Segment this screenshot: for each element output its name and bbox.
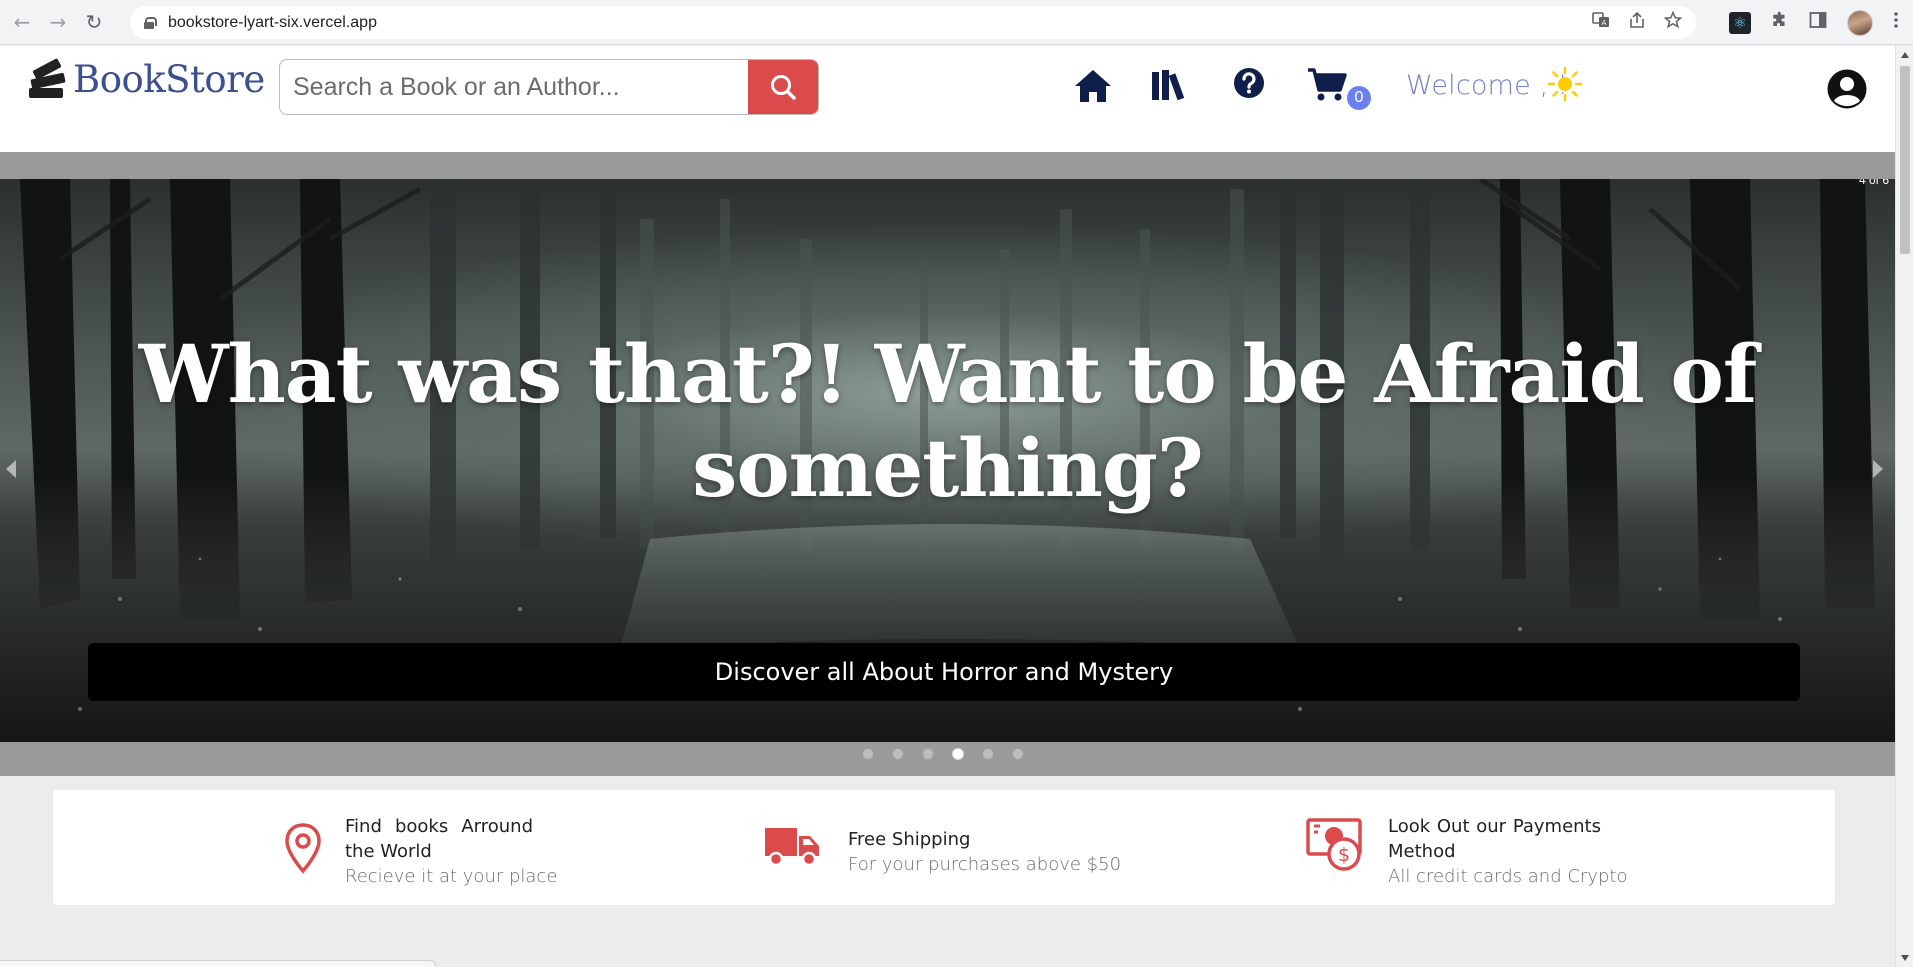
bottom-panel-edge [0, 960, 436, 967]
feature-title: Free Shipping [848, 829, 971, 850]
profile-avatar[interactable] [1847, 9, 1873, 36]
reload-button[interactable]: ↻ [80, 8, 108, 36]
page-scrollbar[interactable] [1895, 46, 1913, 967]
cart-count-badge: 0 [1347, 86, 1371, 110]
back-button[interactable]: ← [8, 8, 36, 36]
slide-title: What was that?! Want to be Afraid of som… [138, 327, 1758, 515]
feature-title: Look Out our Payments Method [1388, 816, 1601, 862]
extensions-icon[interactable] [1771, 11, 1789, 34]
menu-kebab-icon[interactable] [1893, 11, 1899, 34]
search-icon [771, 75, 796, 100]
feature-subtitle: All credit cards and Crypto [1388, 866, 1628, 887]
site-header: BookStore 0 Welcome , ! [0, 46, 1895, 152]
help-question-icon[interactable] [1232, 66, 1266, 100]
forward-button[interactable]: → [44, 8, 72, 36]
share-icon[interactable] [1628, 11, 1646, 34]
page: BookStore 0 Welcome , ! [0, 46, 1895, 967]
url-text[interactable]: bookstore-lyart-six.vercel.app [168, 14, 377, 32]
carousel-dot-6[interactable] [1011, 748, 1024, 760]
home-icon[interactable] [1073, 68, 1113, 104]
hero-carousel: 4 of 6 What was that?! Want to be Afraid… [0, 152, 1895, 776]
translate-icon[interactable]: A [1592, 11, 1610, 34]
features-bar: Find books Arround the World Recieve it … [53, 790, 1835, 905]
sun-theme-icon[interactable] [1547, 66, 1583, 102]
side-panel-icon[interactable] [1809, 11, 1827, 34]
feature-free-shipping: Free Shipping For your purchases above $… [763, 790, 1163, 905]
search-input[interactable] [280, 60, 750, 114]
scrollbar-thumb[interactable] [1900, 66, 1910, 254]
slide-caption[interactable]: Discover all About Horror and Mystery [88, 643, 1800, 701]
svg-text:$: $ [1338, 844, 1350, 866]
search-bar [279, 59, 819, 115]
svg-text:A: A [1602, 19, 1607, 27]
truck-icon [765, 828, 819, 867]
back-arrow-icon: ← [13, 10, 31, 34]
scroll-up-arrow-icon[interactable] [1901, 52, 1909, 58]
feature-title: Find books Arround the World [345, 816, 533, 862]
forward-arrow-icon: → [49, 10, 67, 34]
search-button[interactable] [748, 60, 818, 114]
browser-toolbar: ← → ↻ bookstore-lyart-six.vercel.app A ⚛ [0, 0, 1913, 45]
library-books-icon[interactable] [1150, 68, 1188, 102]
slide-counter: 4 of 6 [1858, 179, 1889, 187]
carousel-dot-4[interactable] [951, 748, 964, 760]
map-pin-icon [285, 823, 321, 874]
react-devtools-icon[interactable]: ⚛ [1729, 11, 1751, 34]
carousel-indicators [0, 748, 1895, 762]
feature-payments: $ Look Out our Payments Method All credi… [1306, 790, 1726, 905]
lock-icon [144, 16, 157, 29]
carousel-prev-arrow-icon[interactable] [6, 460, 16, 478]
carousel-dot-5[interactable] [981, 748, 994, 760]
carousel-dot-3[interactable] [921, 748, 934, 760]
books-logo-icon [27, 57, 66, 100]
feature-subtitle: Recieve it at your place [345, 866, 558, 887]
user-account-icon[interactable] [1826, 68, 1868, 110]
welcome-message: Welcome , ! [1406, 70, 1569, 101]
logo-text: BookStore [73, 58, 265, 101]
address-bar[interactable]: bookstore-lyart-six.vercel.app A [130, 6, 1696, 39]
reload-icon: ↻ [85, 10, 103, 34]
scroll-down-arrow-icon[interactable] [1901, 955, 1909, 961]
carousel-dot-1[interactable] [861, 748, 874, 760]
bookmark-star-icon[interactable] [1663, 10, 1683, 34]
feature-find-books: Find books Arround the World Recieve it … [283, 790, 583, 905]
feature-subtitle: For your purchases above $50 [848, 854, 1122, 875]
carousel-dot-2[interactable] [891, 748, 904, 760]
carousel-slide: 4 of 6 What was that?! Want to be Afraid… [0, 179, 1895, 742]
site-logo[interactable]: BookStore [27, 57, 265, 101]
money-icon: $ [1306, 818, 1362, 871]
carousel-next-arrow-icon[interactable] [1873, 460, 1883, 478]
shopping-cart-icon[interactable] [1306, 66, 1348, 104]
